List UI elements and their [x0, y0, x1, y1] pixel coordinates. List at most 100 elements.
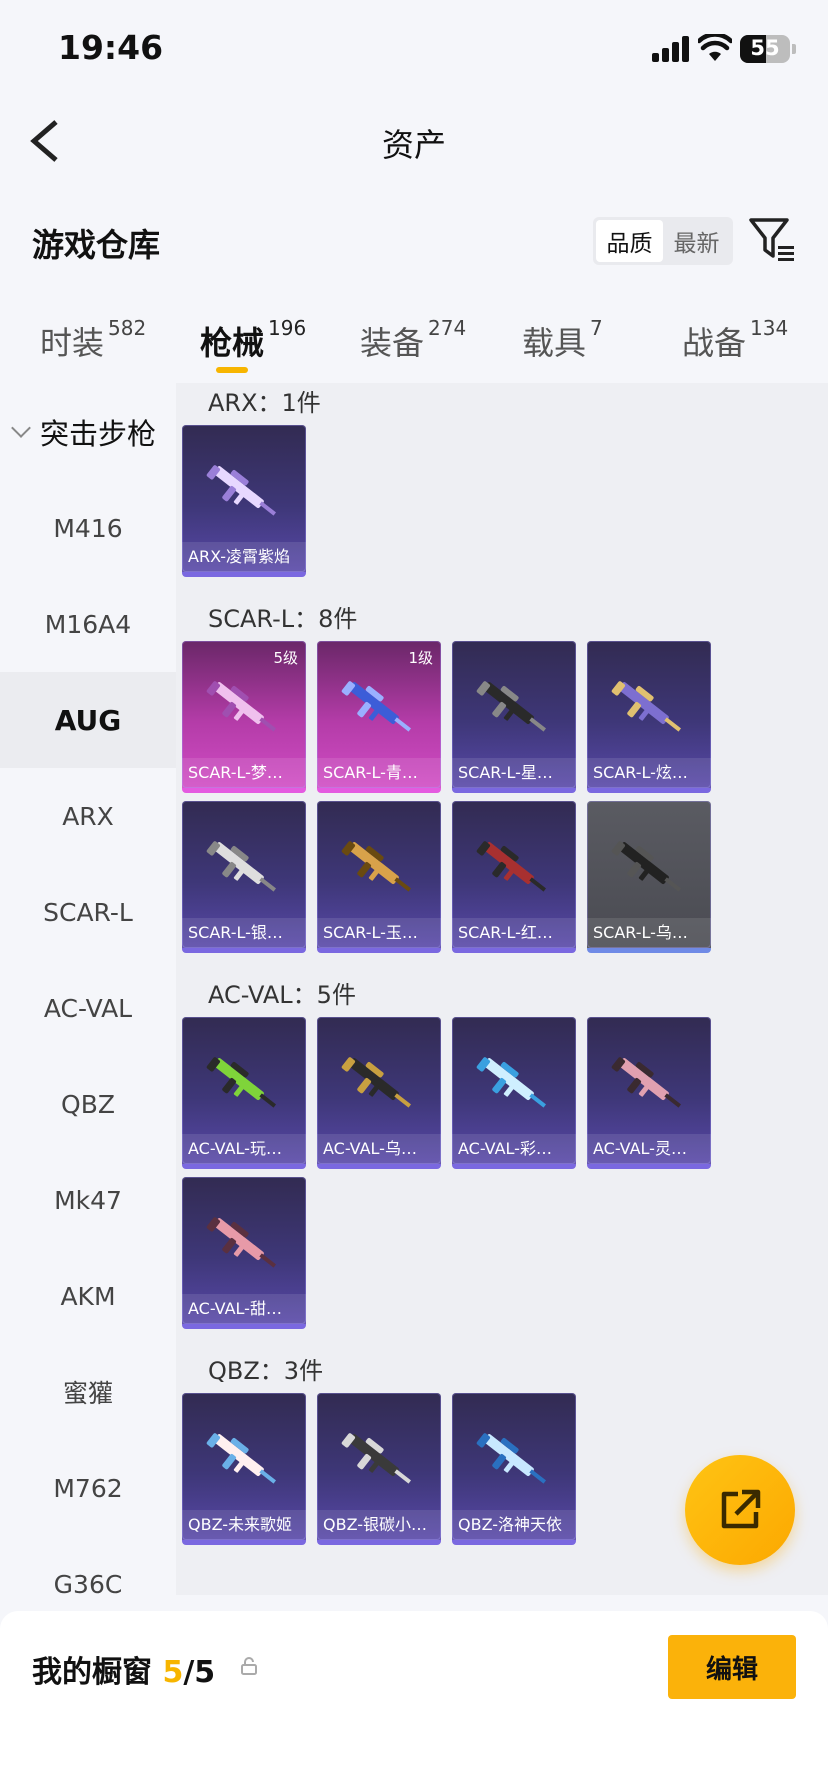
- weapon-card[interactable]: AC-VAL-灵…: [587, 1017, 711, 1169]
- sidebar-item-11[interactable]: G36C: [0, 1536, 176, 1613]
- tab-fashion[interactable]: 时装 582: [40, 316, 146, 364]
- rifle-icon: [206, 1433, 277, 1484]
- sort-newest-button[interactable]: 最新: [663, 220, 730, 262]
- rifle-icon: [206, 1217, 277, 1268]
- weapon-card[interactable]: SCAR-L-银…: [182, 801, 306, 953]
- weapon-name: QBZ-未来歌姬: [182, 1510, 306, 1540]
- rifle-icon: [476, 1433, 547, 1484]
- sidebar-item-7[interactable]: Mk47: [0, 1152, 176, 1248]
- wifi-icon: [698, 34, 732, 61]
- weapon-card[interactable]: 1级 SCAR-L-青…: [317, 641, 441, 793]
- weapon-name: SCAR-L-红…: [452, 918, 576, 948]
- weapon-name: SCAR-L-梦…: [182, 758, 306, 788]
- weapon-card[interactable]: ARX-凌霄紫焰: [182, 425, 306, 577]
- sidebar-item-1[interactable]: M16A4: [0, 576, 176, 672]
- weapon-card[interactable]: AC-VAL-甜…: [182, 1177, 306, 1329]
- weapon-card[interactable]: SCAR-L-星…: [452, 641, 576, 793]
- cellular-signal-icon: [652, 36, 692, 62]
- weapon-card[interactable]: AC-VAL-乌…: [317, 1017, 441, 1169]
- rifle-icon: [476, 841, 547, 892]
- weapon-card[interactable]: QBZ-洛神天依: [452, 1393, 576, 1545]
- sidebar-item-8[interactable]: AKM: [0, 1248, 176, 1344]
- showcase-label: 我的橱窗 5/5: [32, 1655, 216, 1690]
- weapon-name: AC-VAL-甜…: [182, 1294, 306, 1324]
- category-tabs: 时装 582 枪械 196 装备 274 载具 7 战备 134: [0, 316, 828, 378]
- showcase-count: 5: [162, 1655, 184, 1690]
- level-badge: 5级: [273, 649, 298, 667]
- section-title: ARX：1件: [208, 389, 321, 417]
- battery-level: 55: [750, 36, 780, 60]
- rifle-icon: [341, 1057, 412, 1108]
- sidebar-item-2[interactable]: AUG: [0, 672, 176, 768]
- weapon-card[interactable]: SCAR-L-乌…: [587, 801, 711, 953]
- weapon-card[interactable]: QBZ-银碳小…: [317, 1393, 441, 1545]
- tab-vehicles[interactable]: 载具 7: [522, 316, 603, 364]
- weapon-name: AC-VAL-乌…: [317, 1134, 441, 1164]
- sidebar-item-4[interactable]: SCAR-L: [0, 864, 176, 960]
- section-title: AC-VAL：5件: [208, 981, 356, 1009]
- active-tab-indicator: [216, 367, 248, 373]
- rifle-icon: [476, 1057, 547, 1108]
- weapon-card[interactable]: 5级 SCAR-L-梦…: [182, 641, 306, 793]
- weapon-name: SCAR-L-玉…: [317, 918, 441, 948]
- tab-firearms[interactable]: 枪械 196: [200, 316, 306, 364]
- rifle-icon: [206, 1057, 277, 1108]
- weapon-name: SCAR-L-星…: [452, 758, 576, 788]
- sidebar-item-6[interactable]: QBZ: [0, 1056, 176, 1152]
- weapon-card[interactable]: SCAR-L-炫…: [587, 641, 711, 793]
- weapon-card[interactable]: QBZ-未来歌姬: [182, 1393, 306, 1545]
- sidebar-item-10[interactable]: M762: [0, 1440, 176, 1536]
- sort-toggle: 品质 最新: [593, 217, 733, 265]
- weapon-name: SCAR-L-银…: [182, 918, 306, 948]
- rifle-icon: [341, 1433, 412, 1484]
- rifle-icon: [206, 841, 277, 892]
- weapon-name: SCAR-L-青…: [317, 758, 441, 788]
- rifle-icon: [611, 681, 682, 732]
- page-title: 资产: [381, 126, 446, 164]
- weapon-sidebar: 突击步枪 M416 M16A4 AUG ARX SCAR-L AC-VAL QBZ Mk47 A…: [0, 383, 176, 1613]
- showcase-total: 5: [194, 1655, 216, 1690]
- weapon-card[interactable]: AC-VAL-彩…: [452, 1017, 576, 1169]
- status-bar: 19:46 55: [0, 0, 828, 100]
- warehouse-title: 游戏仓库: [32, 226, 161, 264]
- weapon-name: AC-VAL-玩…: [182, 1134, 306, 1164]
- tab-gear[interactable]: 战备 134: [682, 316, 788, 364]
- rifle-icon: [341, 681, 412, 732]
- weapon-card[interactable]: SCAR-L-红…: [452, 801, 576, 953]
- lock-icon: [241, 1657, 257, 1675]
- weapon-name: ARX-凌霄紫焰: [182, 542, 306, 572]
- sort-quality-button[interactable]: 品质: [596, 220, 663, 262]
- edit-button[interactable]: 编辑: [668, 1635, 796, 1699]
- sidebar-item-5[interactable]: AC-VAL: [0, 960, 176, 1056]
- level-badge: 1级: [408, 649, 433, 667]
- rifle-icon: [611, 841, 682, 892]
- sidebar-item-9[interactable]: 蜜獾: [0, 1344, 176, 1440]
- filter-icon[interactable]: [748, 216, 796, 262]
- battery-icon: 55: [740, 35, 790, 63]
- sidebar-item-3[interactable]: ARX: [0, 768, 176, 864]
- chevron-down-icon: [11, 418, 31, 438]
- rifle-icon: [206, 465, 277, 516]
- status-time: 19:46: [58, 28, 164, 67]
- share-button[interactable]: [685, 1455, 795, 1565]
- weapon-name: SCAR-L-乌…: [587, 918, 711, 948]
- weapon-card[interactable]: AC-VAL-玩…: [182, 1017, 306, 1169]
- section-title: SCAR-L：8件: [208, 605, 358, 633]
- showcase-bar: 我的橱窗 5/5 编辑: [0, 1611, 828, 1792]
- weapon-name: QBZ-银碳小…: [317, 1510, 441, 1540]
- weapon-grid: ARX：1件 ARX-凌霄紫焰 SCAR-L：8件 5级 SCAR-L-梦… 1级 SCAR…: [176, 383, 828, 1595]
- rifle-icon: [476, 681, 547, 732]
- sidebar-group-header[interactable]: 突击步枪: [11, 411, 156, 453]
- weapon-name: AC-VAL-灵…: [587, 1134, 711, 1164]
- rifle-icon: [341, 841, 412, 892]
- weapon-name: SCAR-L-炫…: [587, 758, 711, 788]
- share-icon: [721, 1489, 761, 1529]
- weapon-name: QBZ-洛神天依: [452, 1510, 576, 1540]
- weapon-card[interactable]: SCAR-L-玉…: [317, 801, 441, 953]
- rifle-icon: [611, 1057, 682, 1108]
- rifle-icon: [206, 681, 277, 732]
- sidebar-item-0[interactable]: M416: [0, 480, 176, 576]
- tab-equipment[interactable]: 装备 274: [360, 316, 466, 364]
- weapon-name: AC-VAL-彩…: [452, 1134, 576, 1164]
- section-title: QBZ：3件: [208, 1357, 324, 1385]
